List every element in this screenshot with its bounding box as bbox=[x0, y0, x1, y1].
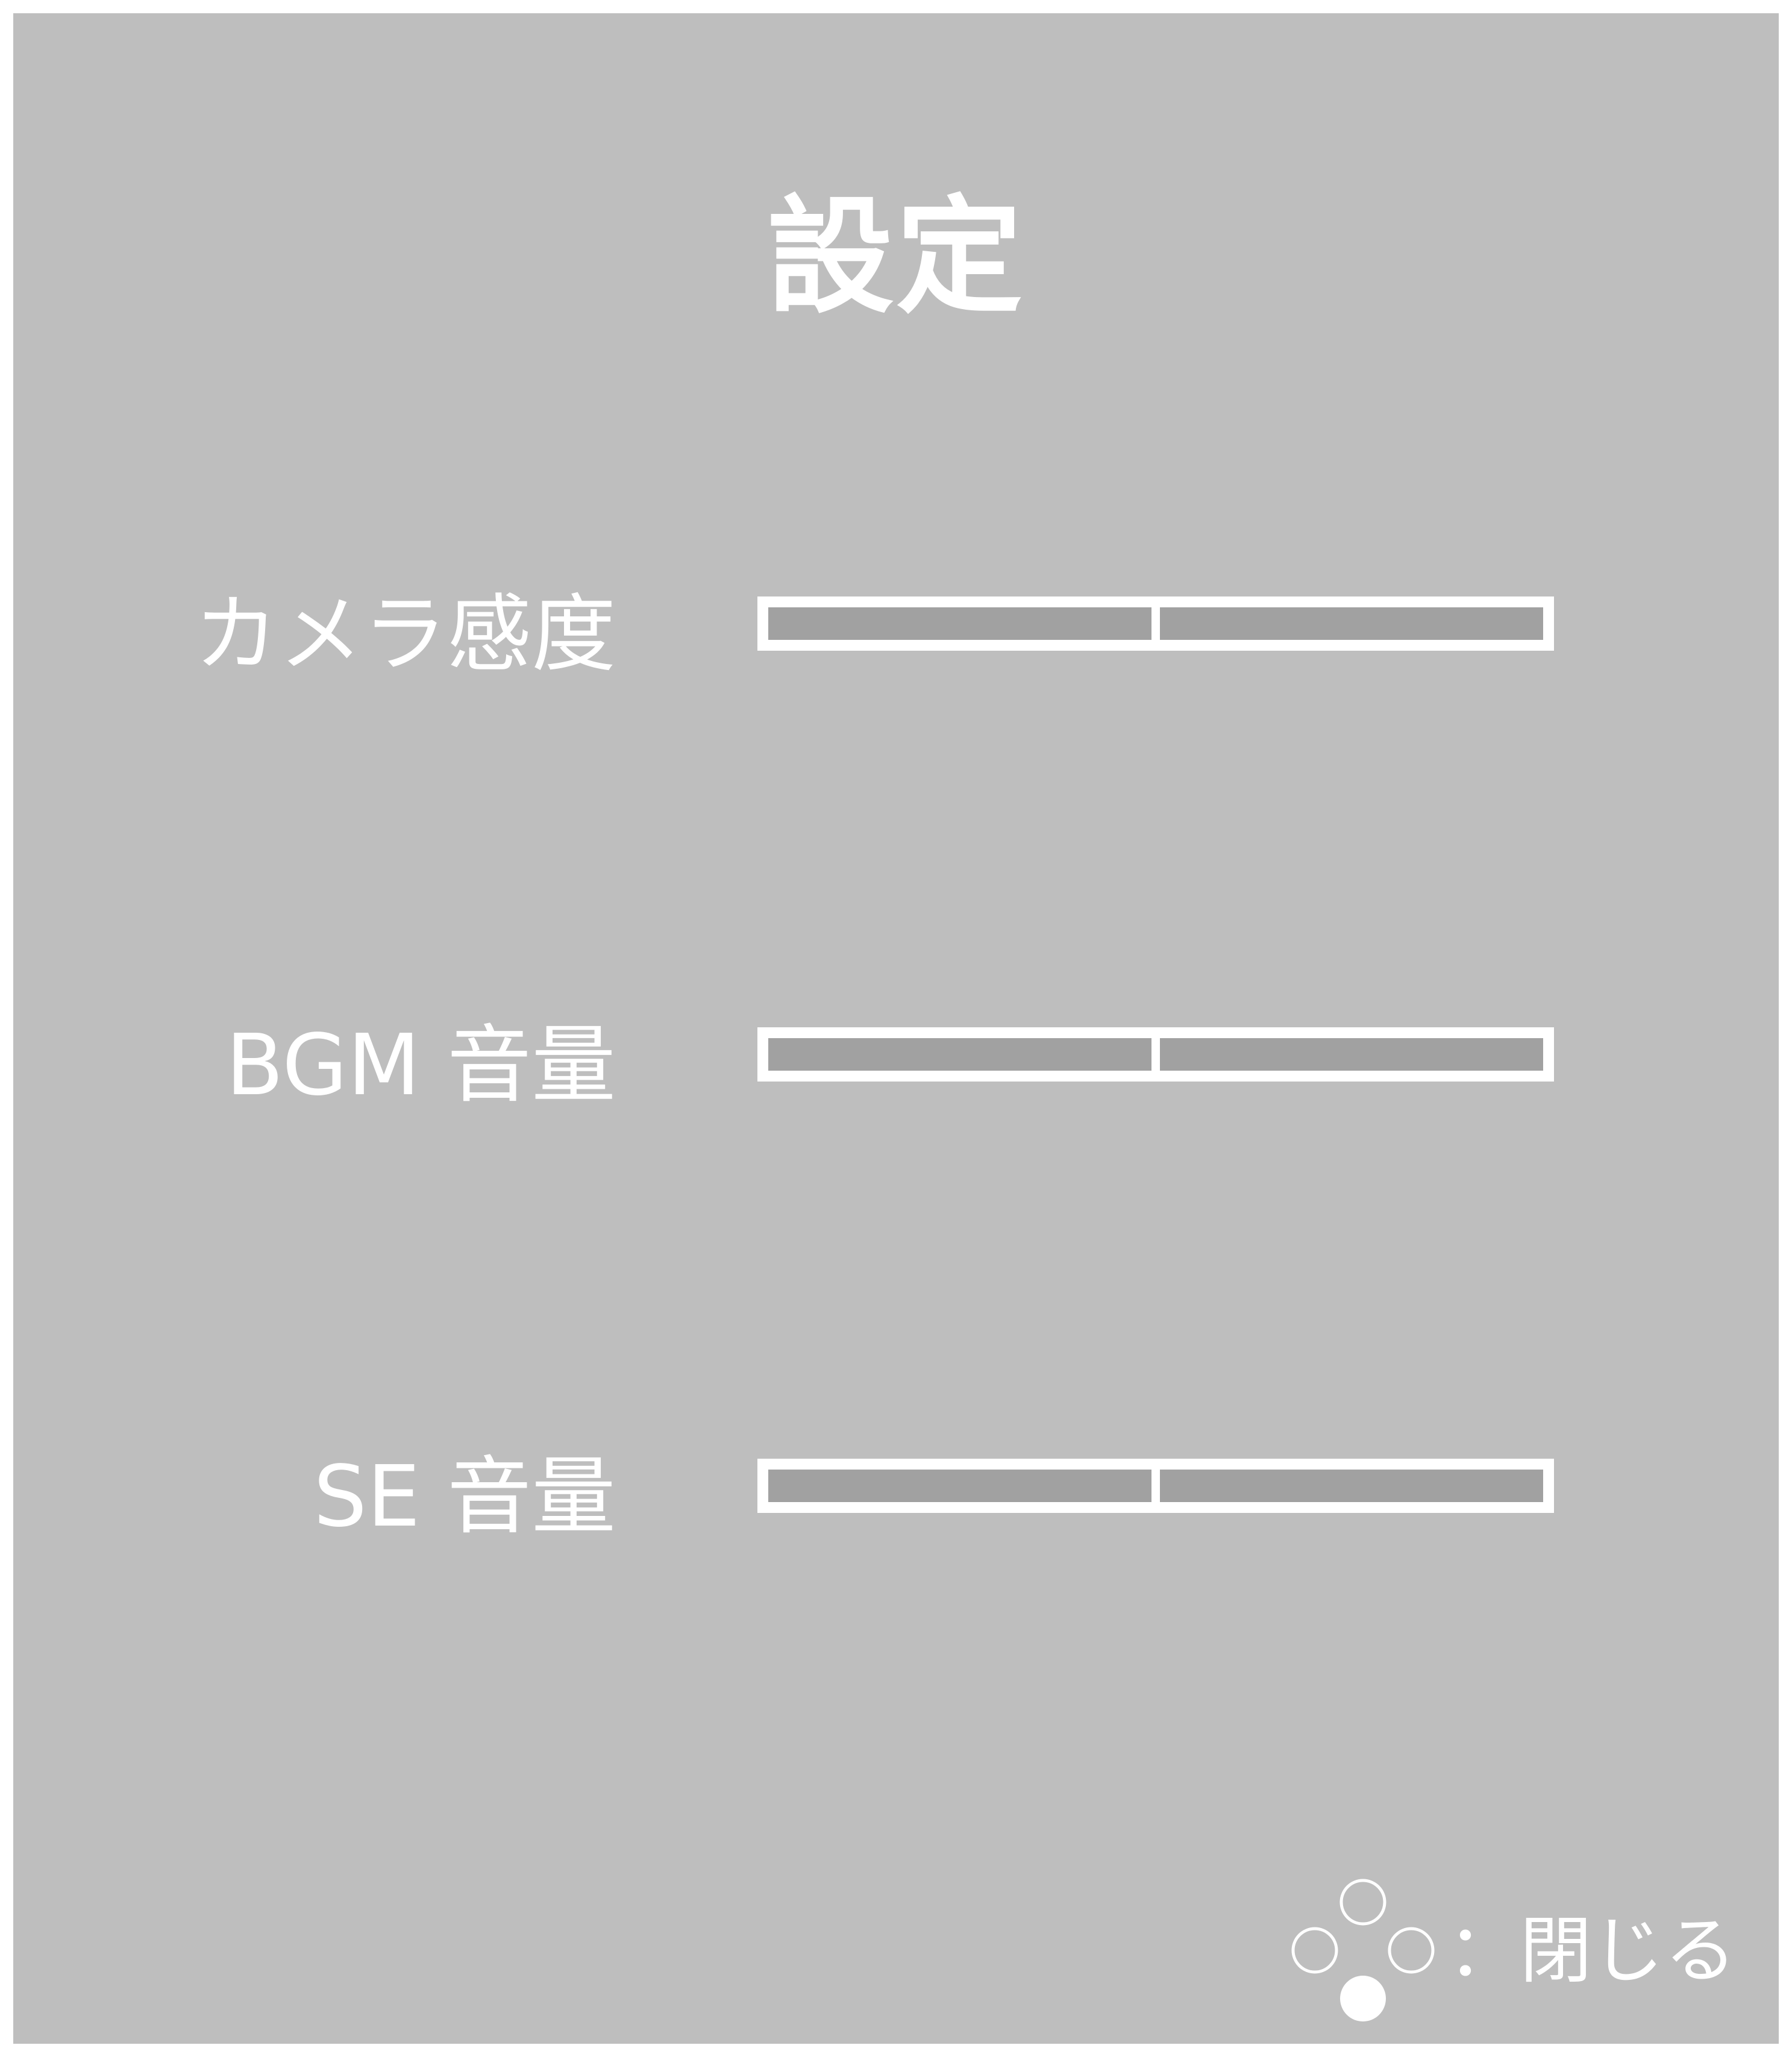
page-title: 設定 bbox=[766, 183, 1025, 331]
button-cluster-bottom-icon bbox=[1291, 1879, 1435, 2021]
camera-sensitivity-slider[interactable] bbox=[757, 596, 1554, 651]
close-hint-label: ：閉じる bbox=[1447, 1909, 1737, 1993]
slider-handle[interactable] bbox=[1151, 1470, 1160, 1502]
camera-sensitivity-label: カメラ感度 bbox=[193, 586, 616, 684]
se-volume-slider[interactable] bbox=[757, 1459, 1554, 1513]
bgm-volume-label: BGM 音量 bbox=[225, 1016, 616, 1115]
slider-track bbox=[768, 607, 1156, 640]
se-volume-label: SE 音量 bbox=[313, 1448, 616, 1546]
settings-panel: 設定 カメラ感度 BGM 音量 SE 音量 ：閉じる bbox=[13, 13, 1779, 2044]
slider-track bbox=[768, 1470, 1156, 1502]
bgm-volume-slider[interactable] bbox=[757, 1027, 1554, 1082]
slider-handle[interactable] bbox=[1151, 1038, 1160, 1071]
slider-track bbox=[768, 1038, 1156, 1071]
close-hint[interactable]: ：閉じる bbox=[1291, 1878, 1761, 2023]
slider-handle[interactable] bbox=[1151, 607, 1160, 640]
